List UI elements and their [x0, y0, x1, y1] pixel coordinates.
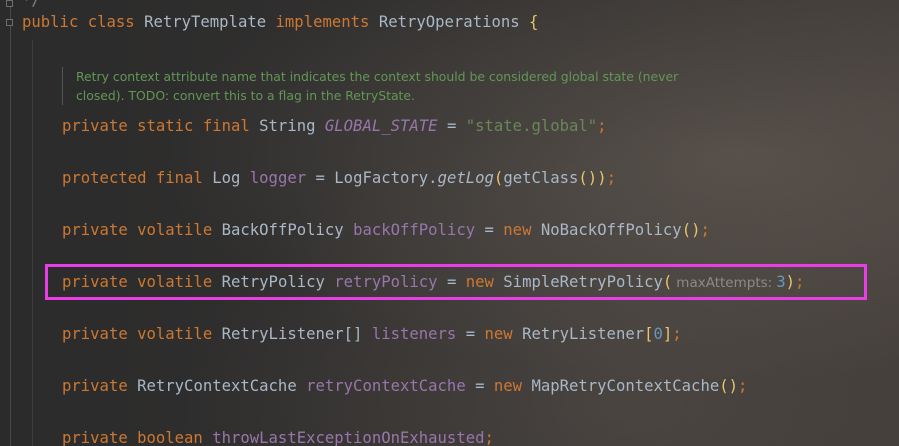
- operator: = LogFactory.: [315, 169, 438, 187]
- field-name: listeners: [371, 325, 457, 343]
- field-throw-last-exception[interactable]: private boolean throwLastExceptionOnExha…: [62, 428, 494, 446]
- keyword: new: [493, 377, 523, 395]
- field-retry-context-cache[interactable]: private RetryContextCache retryContextCa…: [62, 376, 747, 396]
- constructor-name: RetryListener: [522, 325, 645, 343]
- operator: =: [484, 221, 494, 239]
- string-literal: "state.global": [465, 117, 598, 135]
- number-literal: 0: [653, 325, 663, 343]
- semicolon: ;: [700, 221, 710, 239]
- operator: =: [446, 117, 457, 135]
- interface-name: RetryOperations: [378, 13, 520, 31]
- doc-line: Retry context attribute name that indica…: [76, 69, 679, 84]
- editor-gutter: [0, 0, 22, 446]
- field-name: GLOBAL_STATE: [324, 117, 438, 135]
- bracket: [: [644, 325, 654, 343]
- paren: (): [719, 377, 738, 395]
- class-declaration[interactable]: public class RetryTemplate implements Re…: [22, 12, 538, 32]
- operator: =: [465, 325, 476, 343]
- paren: ): [597, 169, 607, 187]
- type-name: BackOffPolicy: [221, 221, 344, 239]
- modifiers: private volatile: [62, 325, 213, 343]
- operator: =: [475, 377, 485, 395]
- code-editor[interactable]: */ public class RetryTemplate implements…: [0, 0, 899, 446]
- field-listeners[interactable]: private volatile RetryListener[] listene…: [62, 324, 682, 344]
- method-call: getLog: [437, 169, 494, 187]
- semicolon: ;: [597, 117, 607, 135]
- fold-icon[interactable]: [6, 0, 13, 7]
- comment-close: */: [22, 0, 41, 9]
- keyword: new: [503, 221, 532, 239]
- semicolon: ;: [484, 429, 494, 446]
- field-backoff-policy[interactable]: private volatile BackOffPolicy backOffPo…: [62, 220, 710, 240]
- bracket: ]: [662, 325, 673, 343]
- open-brace: {: [529, 13, 539, 31]
- field-name: logger: [249, 169, 307, 187]
- method-call: getClass: [503, 169, 579, 187]
- paren: (): [578, 169, 598, 187]
- type-name: String: [259, 117, 316, 135]
- field-name: backOffPolicy: [353, 221, 476, 239]
- semicolon: ;: [606, 169, 616, 187]
- keyword: class: [87, 13, 135, 31]
- class-name: RetryTemplate: [144, 13, 267, 31]
- fold-icon[interactable]: [6, 19, 13, 26]
- semicolon: ;: [672, 325, 682, 343]
- gutter-divider: [10, 0, 11, 446]
- field-name: throwLastExceptionOnExhausted: [212, 429, 485, 446]
- type-name: RetryContextCache: [137, 377, 297, 395]
- indent-guide: [32, 40, 33, 446]
- modifiers: private volatile: [62, 221, 213, 239]
- highlight-annotation-box: [45, 264, 867, 300]
- constructor-name: MapRetryContextCache: [531, 377, 720, 395]
- paren: (: [493, 169, 504, 187]
- keyword: new: [484, 325, 513, 343]
- constructor-name: NoBackOffPolicy: [540, 221, 682, 239]
- semicolon: ;: [738, 377, 748, 395]
- type-name: RetryListener[]: [221, 325, 363, 343]
- modifiers: protected final: [62, 169, 203, 187]
- keyword: implements: [275, 13, 370, 31]
- type-name: Log: [212, 169, 241, 187]
- paren: (): [681, 221, 701, 239]
- field-logger[interactable]: protected final Log logger = LogFactory.…: [62, 168, 616, 188]
- keyword: public: [22, 13, 79, 31]
- modifiers: private boolean: [62, 429, 203, 446]
- doc-line: closed). TODO: convert this to a flag in…: [76, 88, 415, 103]
- field-name: retryContextCache: [306, 377, 466, 395]
- field-global-state[interactable]: private static final String GLOBAL_STATE…: [62, 116, 607, 136]
- rendered-doc-comment: Retry context attribute name that indica…: [62, 67, 716, 105]
- modifiers: private static final: [62, 117, 250, 135]
- modifiers: private: [62, 377, 128, 395]
